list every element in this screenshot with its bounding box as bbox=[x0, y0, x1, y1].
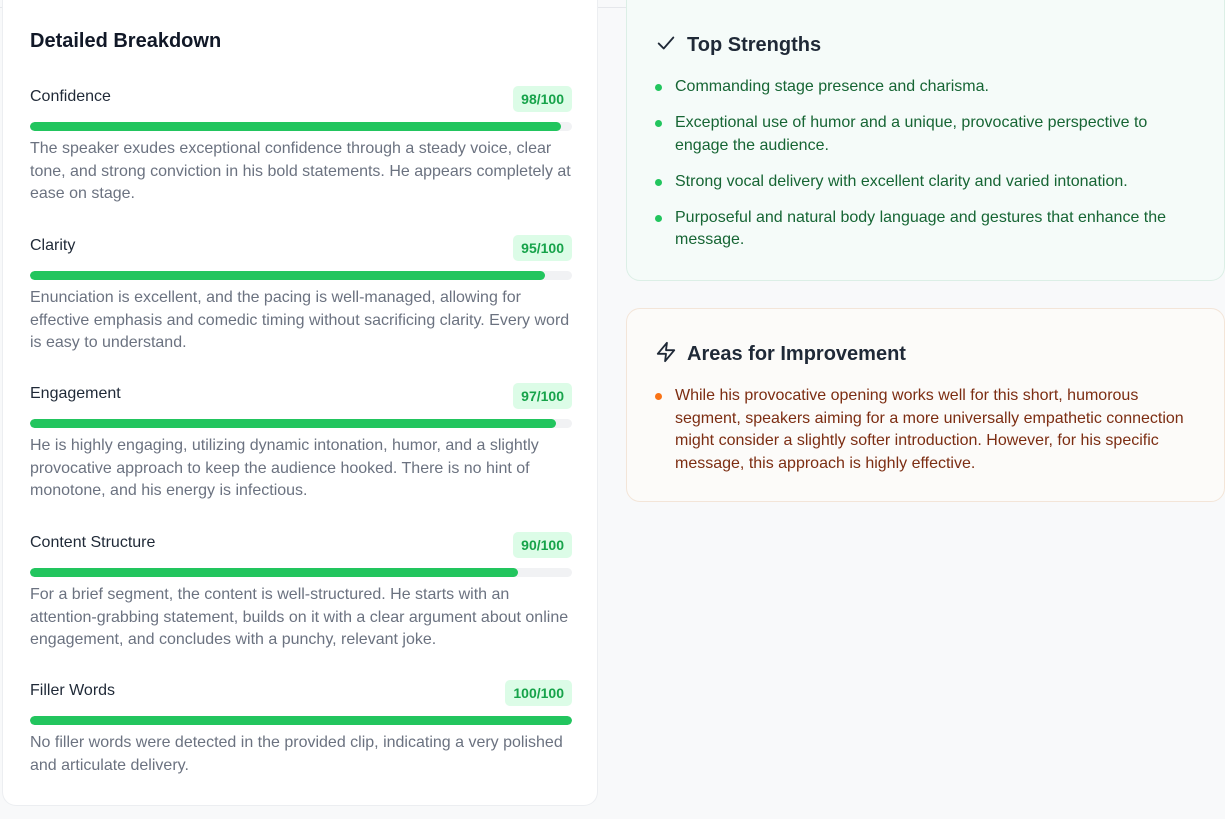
score-progress-fill bbox=[30, 568, 518, 577]
score-progress-bar bbox=[30, 419, 572, 428]
score-progress-fill bbox=[30, 716, 572, 725]
list-item-text: Commanding stage presence and charisma. bbox=[675, 78, 989, 95]
strengths-list: Commanding stage presence and charisma. … bbox=[655, 76, 1195, 265]
score-progress-bar bbox=[30, 716, 572, 725]
metric-description: No filler words were detected in the pro… bbox=[30, 734, 563, 774]
bullet-dot bbox=[655, 393, 662, 400]
score-progress-fill bbox=[30, 271, 545, 280]
list-item: While his provocative opening works well… bbox=[655, 385, 1195, 475]
list-item: Exceptional use of humor and a unique, p… bbox=[655, 112, 1195, 157]
bullet-dot bbox=[655, 120, 662, 127]
list-item: Purposeful and natural body language and… bbox=[655, 207, 1195, 252]
score-badge: 98/100 bbox=[513, 86, 572, 112]
metric-name: Filler Words bbox=[30, 682, 116, 699]
metric-name: Clarity bbox=[30, 237, 76, 254]
bullet-dot bbox=[655, 214, 662, 222]
check-icon bbox=[655, 32, 687, 59]
improvement-header: Areas for Improvement bbox=[655, 341, 906, 368]
list-item-text: While his provocative opening works well… bbox=[675, 387, 1184, 472]
score-badge: 90/100 bbox=[513, 532, 572, 558]
list-item: Commanding stage presence and charisma. bbox=[655, 76, 1195, 99]
score-progress-bar bbox=[30, 271, 572, 280]
score-progress-bar bbox=[30, 568, 572, 577]
metric-description: The speaker exudes exceptional confidenc… bbox=[30, 140, 571, 202]
score-progress-fill bbox=[30, 419, 556, 428]
lightning-icon bbox=[655, 341, 687, 368]
metric-description: For a brief segment, the content is well… bbox=[30, 586, 569, 648]
areas-for-improvement-card: Areas for Improvement While his provocat… bbox=[626, 308, 1225, 502]
list-item: Strong vocal delivery with excellent cla… bbox=[655, 171, 1195, 194]
score-badge: 95/100 bbox=[513, 235, 572, 261]
improvement-title: Areas for Improvement bbox=[687, 343, 906, 365]
list-item-text: Purposeful and natural body language and… bbox=[675, 208, 1167, 249]
list-item-text: Exceptional use of humor and a unique, p… bbox=[675, 114, 1148, 154]
top-strengths-card: Top Strengths Commanding stage presence … bbox=[626, 0, 1225, 281]
detailed-breakdown-card: Detailed Breakdown Confidence 98/100 The… bbox=[2, 0, 598, 806]
bullet-dot bbox=[655, 178, 662, 186]
list-item-text: Strong vocal delivery with excellent cla… bbox=[675, 172, 1128, 190]
metric-name: Confidence bbox=[30, 88, 111, 105]
score-progress-bar bbox=[30, 122, 572, 131]
metric-name: Content Structure bbox=[30, 534, 156, 551]
improvement-list: While his provocative opening works well… bbox=[655, 385, 1195, 489]
metric-description: Enunciation is excellent, and the pacing… bbox=[30, 289, 570, 351]
score-progress-fill bbox=[30, 122, 562, 131]
score-badge: 100/100 bbox=[505, 680, 572, 706]
metric-description: He is highly engaging, utilizing dynamic… bbox=[30, 437, 539, 499]
strengths-title: Top Strengths bbox=[687, 34, 822, 56]
bullet-dot bbox=[655, 84, 662, 91]
breakdown-title: Detailed Breakdown bbox=[30, 30, 222, 52]
strengths-header: Top Strengths bbox=[655, 32, 821, 59]
score-badge: 97/100 bbox=[513, 383, 572, 409]
metric-name: Engagement bbox=[30, 385, 121, 402]
